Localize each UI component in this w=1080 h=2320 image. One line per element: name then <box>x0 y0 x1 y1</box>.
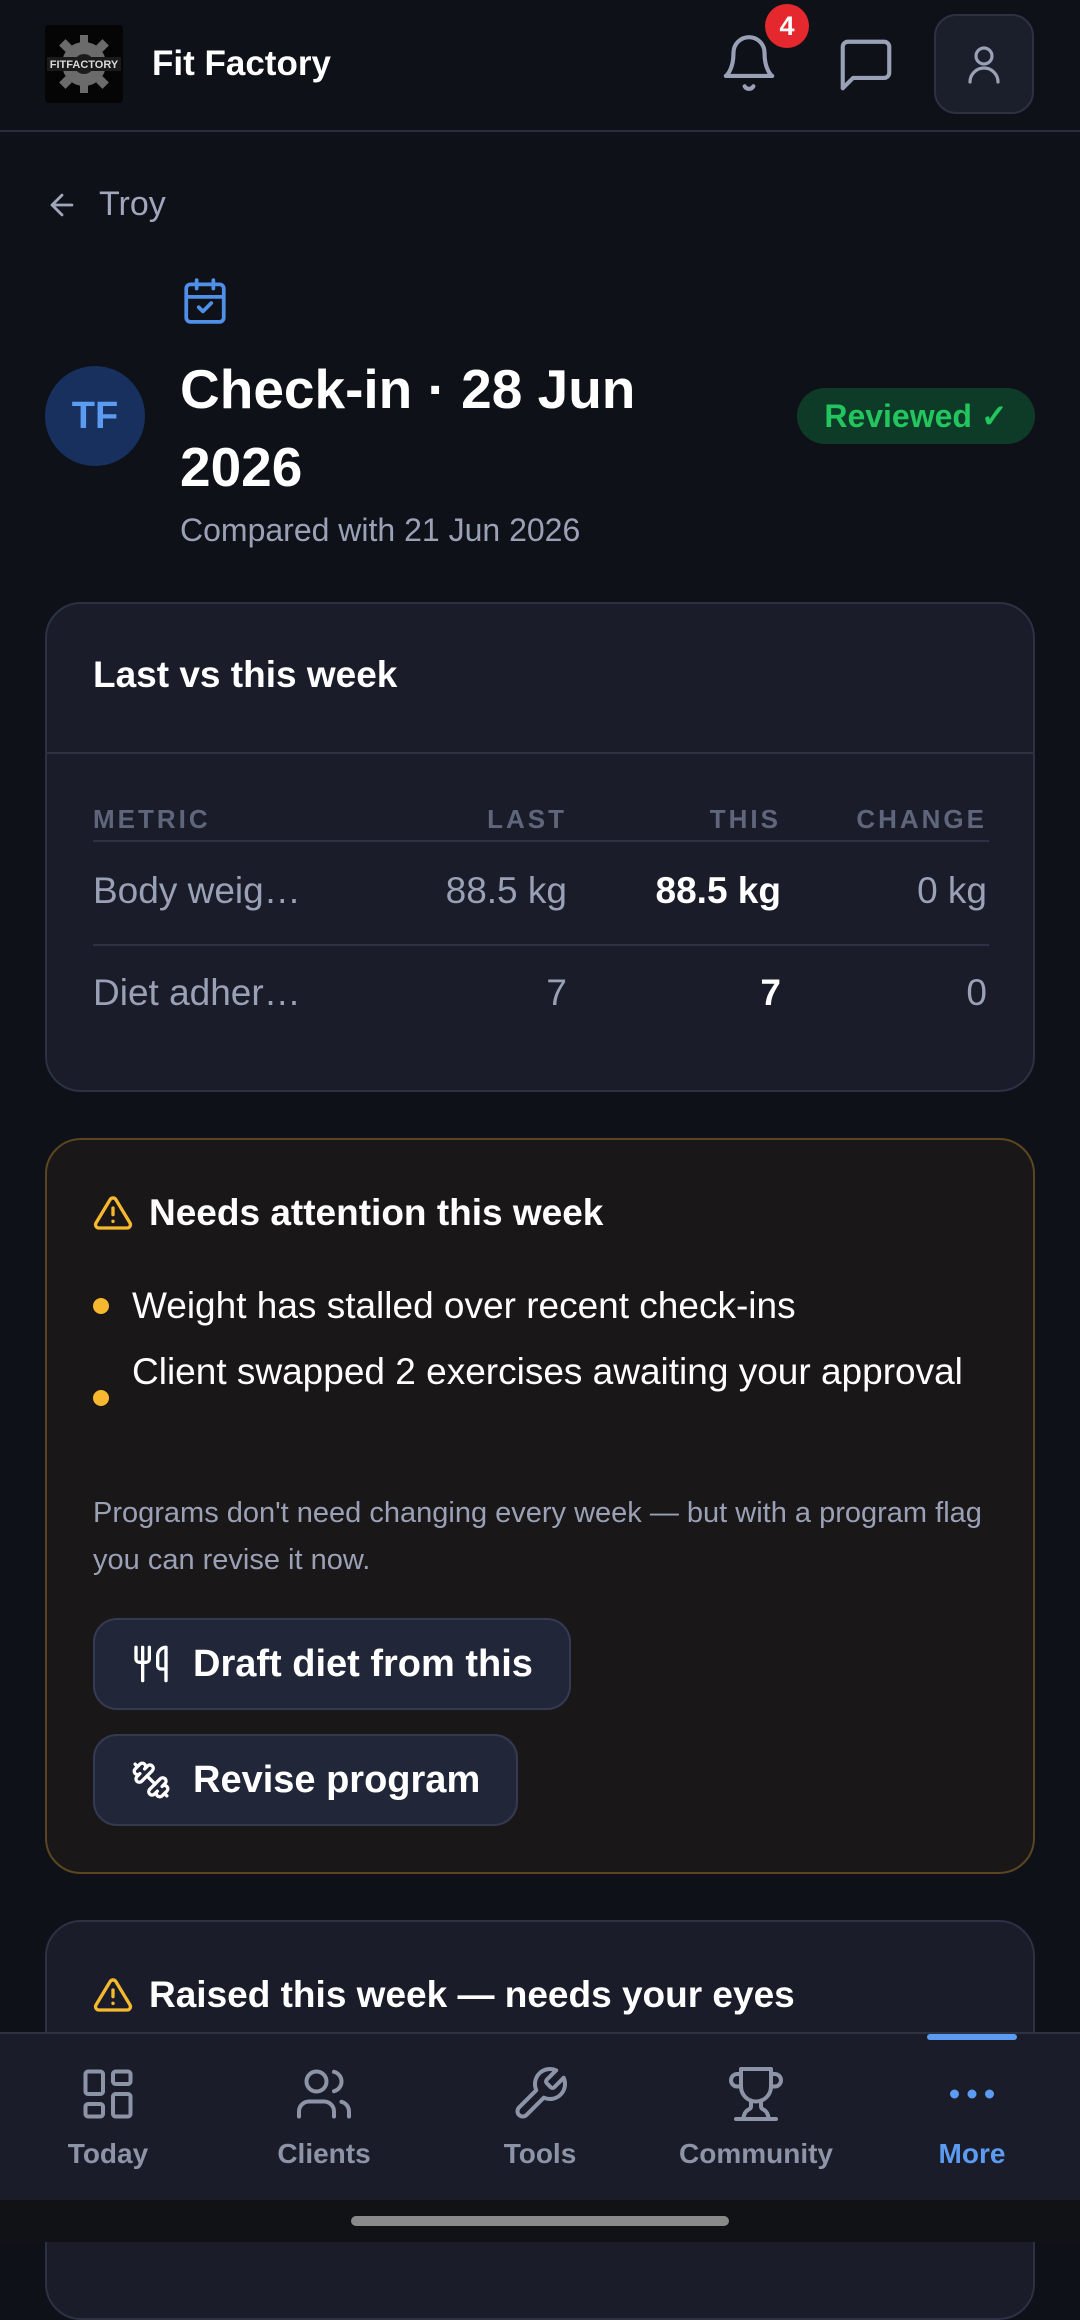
revise-program-button[interactable]: Revise program <box>93 1734 519 1826</box>
attention-card: Needs attention this week Weight has sta… <box>45 1138 1035 1874</box>
attention-title: Needs attention this week <box>149 1192 604 1233</box>
attention-item: Weight has stalled over recent check-ins <box>132 1285 796 1326</box>
warning-triangle-icon <box>93 1978 133 2012</box>
last-cell: 88.5 kg <box>445 870 567 911</box>
nav-item-today[interactable]: Today <box>0 2034 216 2202</box>
nav-label: More <box>938 2138 1006 2169</box>
trophy-icon <box>729 2067 783 2121</box>
draft-diet-button[interactable]: Draft diet from this <box>93 1618 571 1710</box>
divider <box>47 752 1033 754</box>
top-bar: FITFACTORY Fit Factory 4 <box>0 0 1080 132</box>
app-logo[interactable]: FITFACTORY <box>45 25 123 103</box>
profile-button[interactable] <box>934 14 1034 114</box>
change-cell: 0 <box>966 972 987 1013</box>
back-link[interactable]: Troy <box>45 185 166 224</box>
gear-logo-icon: FITFACTORY <box>47 35 121 93</box>
nav-label: Community <box>679 2138 833 2169</box>
attention-note: Programs don't need changing every week … <box>93 1497 982 1576</box>
column-header-change: CHANGE <box>856 804 987 834</box>
page-title: Check-in · 28 Jun 2026 <box>180 358 636 498</box>
warning-triangle-icon <box>93 1196 133 1230</box>
bullet-dot <box>93 1390 109 1406</box>
dashboard-icon <box>83 2069 133 2119</box>
nav-label: Tools <box>503 2138 577 2169</box>
notification-badge: 4 <box>765 4 809 48</box>
nav-item-tools[interactable]: Tools <box>432 2034 648 2202</box>
arrow-left-icon <box>50 193 74 216</box>
attention-item: Client swapped 2 exercises awaiting your… <box>132 1351 963 1392</box>
users-icon <box>297 2069 351 2119</box>
nav-item-more[interactable]: More <box>864 2034 1080 2202</box>
more-icon <box>950 2089 994 2099</box>
bullet-dot <box>93 1298 109 1314</box>
last-cell: 7 <box>546 972 567 1013</box>
compare-subtitle: Compared with 21 Jun 2026 <box>180 512 581 548</box>
nav-item-clients[interactable]: Clients <box>216 2034 432 2202</box>
raised-header: Raised this week — needs your eyes <box>93 1974 795 2016</box>
comparison-title: Last vs this week <box>93 654 398 695</box>
nav-label: Today <box>67 2138 149 2169</box>
message-square-icon <box>840 39 892 91</box>
this-cell: 7 <box>760 972 781 1013</box>
svg-text:FITFACTORY: FITFACTORY <box>50 59 119 71</box>
system-gesture-bar <box>0 2200 1080 2242</box>
utensils-icon <box>134 1645 168 1683</box>
raised-title: Raised this week — needs your eyes <box>149 1974 795 2015</box>
nav-label: Clients <box>277 2138 371 2169</box>
back-label: Troy <box>99 185 166 223</box>
column-header-this: THIS <box>709 804 781 834</box>
home-indicator[interactable] <box>351 2216 729 2226</box>
messages-button[interactable] <box>835 34 897 96</box>
app-title: Fit Factory <box>152 44 331 83</box>
column-header-metric: METRIC <box>93 804 211 834</box>
comparison-card: Last vs this week METRIC LAST THIS CHANG… <box>45 602 1035 1092</box>
client-avatar: TF <box>45 366 145 466</box>
bottom-nav: Today Clients Tools Community More <box>0 2032 1080 2200</box>
column-header-last: LAST <box>487 804 567 834</box>
draft-diet-label: Draft diet from this <box>193 1642 533 1685</box>
user-icon <box>968 46 1000 84</box>
wrench-icon <box>515 2067 567 2119</box>
calendar-check-icon <box>180 275 230 327</box>
row-divider <box>93 944 989 946</box>
metric-cell: Body weig… <box>93 870 301 911</box>
change-cell: 0 kg <box>917 870 987 911</box>
revise-program-label: Revise program <box>193 1758 481 1801</box>
nav-item-community[interactable]: Community <box>648 2034 864 2202</box>
metric-cell: Diet adher… <box>93 972 301 1013</box>
dumbbell-icon <box>132 1761 170 1799</box>
this-cell: 88.5 kg <box>655 870 781 911</box>
header-divider <box>93 840 989 842</box>
status-badge: Reviewed ✓ <box>797 388 1035 444</box>
attention-header: Needs attention this week <box>93 1192 603 1234</box>
